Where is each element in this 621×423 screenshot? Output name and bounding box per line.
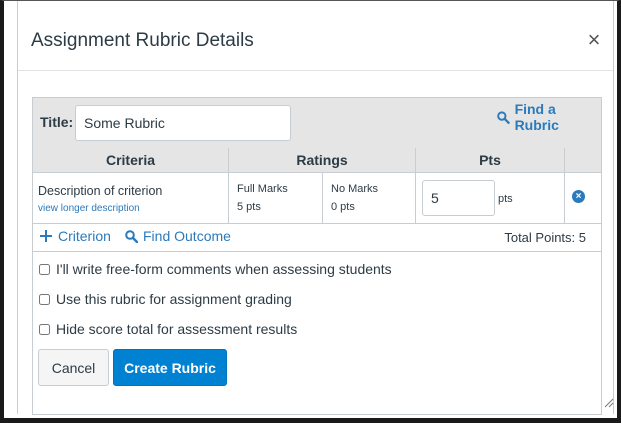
create-rubric-button[interactable]: Create Rubric — [113, 349, 227, 386]
add-criterion-button[interactable]: Criterion — [40, 228, 111, 244]
column-header-pts: Pts — [416, 148, 565, 173]
rating-points: 5 pts — [237, 201, 261, 213]
search-icon — [125, 229, 138, 243]
rubric-editor: Title: Find a Rubric Criteria Ratings Pt… — [32, 97, 602, 415]
find-outcome-button[interactable]: Find Outcome — [125, 228, 231, 244]
column-header-ratings: Ratings — [229, 148, 416, 173]
points-unit: pts — [498, 193, 513, 205]
resize-grip-icon[interactable] — [604, 398, 614, 408]
cancel-button[interactable]: Cancel — [38, 349, 109, 386]
find-rubric-link[interactable]: Find a Rubric — [497, 101, 601, 133]
rating-points: 0 pts — [331, 201, 355, 213]
view-longer-description-link[interactable]: view longer description — [38, 203, 140, 214]
rating-name: No Marks — [331, 183, 379, 195]
hide-score-total-option[interactable]: Hide score total for assessment results — [39, 320, 297, 338]
close-icon[interactable]: × — [584, 29, 604, 51]
search-icon — [497, 110, 510, 124]
rubric-title-input[interactable] — [75, 105, 291, 141]
find-rubric-label: Find a Rubric — [514, 101, 559, 133]
criterion-actions-cell: × — [565, 173, 601, 224]
plus-icon — [40, 230, 52, 242]
total-points: Total Points: 5 — [504, 230, 586, 245]
rating-cell-no-marks[interactable]: No Marks 0 pts — [323, 173, 416, 224]
dialog-title: Assignment Rubric Details — [31, 30, 254, 51]
window-frame: Assignment Rubric Details × Title: Find … — [0, 0, 621, 423]
free-form-comments-checkbox[interactable] — [39, 263, 50, 275]
add-criterion-label: Criterion — [58, 228, 111, 244]
use-for-grading-label: Use this rubric for assignment grading — [56, 291, 292, 307]
hide-score-total-label: Hide score total for assessment results — [56, 321, 298, 337]
rubric-title-label: Title: — [40, 114, 74, 130]
delete-criterion-icon[interactable]: × — [572, 190, 585, 203]
criterion-cell: Description of criterion view longer des… — [33, 173, 229, 224]
use-for-grading-checkbox[interactable] — [39, 293, 50, 305]
points-input[interactable] — [422, 180, 495, 216]
rating-name: Full Marks — [237, 183, 288, 195]
use-for-grading-option[interactable]: Use this rubric for assignment grading — [39, 290, 292, 308]
criterion-description[interactable]: Description of criterion — [38, 184, 162, 198]
free-form-comments-option[interactable]: I'll write free-form comments when asses… — [39, 260, 392, 278]
column-header-criteria: Criteria — [33, 148, 229, 173]
hide-score-total-checkbox[interactable] — [39, 323, 50, 335]
points-cell: pts — [416, 173, 565, 224]
free-form-comments-label: I'll write free-form comments when asses… — [56, 261, 392, 277]
find-outcome-label: Find Outcome — [143, 228, 231, 244]
rubric-title-bar: Title: Find a Rubric — [33, 98, 601, 149]
rating-cell-full-marks[interactable]: Full Marks 5 pts — [229, 173, 323, 224]
title-divider — [18, 70, 613, 71]
column-header-actions — [565, 148, 601, 173]
criterion-actions-row: Criterion Find Outcome Total Points: 5 — [33, 224, 601, 252]
